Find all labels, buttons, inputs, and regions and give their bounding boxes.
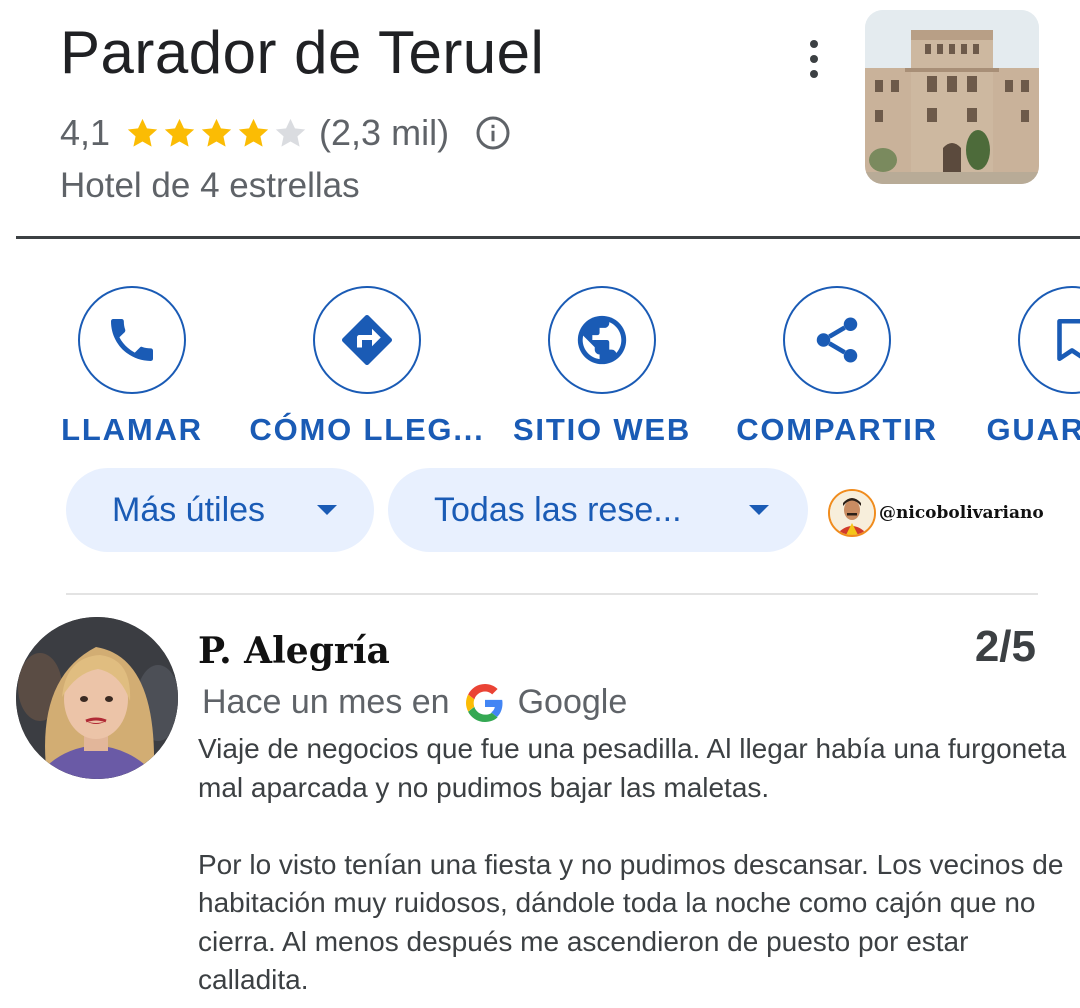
globe-icon xyxy=(577,315,627,365)
more-vert-icon xyxy=(810,40,818,48)
rating-row[interactable]: 4,1 (2,3 mil) xyxy=(60,112,511,154)
more-vert-icon-dot xyxy=(810,70,818,78)
avatar[interactable] xyxy=(16,617,178,779)
call-button-circle[interactable] xyxy=(78,286,186,394)
call-button[interactable]: LLAMAR xyxy=(12,286,252,448)
save-label: GUARDAR xyxy=(986,412,1080,447)
save-button-circle[interactable] xyxy=(1018,286,1080,394)
star-filled-icon xyxy=(238,118,269,147)
star-rating xyxy=(124,115,309,152)
watermark: @nicobolivariano xyxy=(828,489,1044,537)
website-button[interactable]: SITIO WEB xyxy=(482,286,722,448)
watermark-handle: @nicobolivariano xyxy=(879,503,1044,523)
rating-value: 4,1 xyxy=(60,112,111,153)
star-filled-icon xyxy=(201,118,232,147)
share-button[interactable]: COMPARTIR xyxy=(717,286,957,448)
website-button-circle[interactable] xyxy=(548,286,656,394)
chevron-down-icon xyxy=(317,505,337,515)
review-scope-chip-label: Todas las rese... xyxy=(434,490,682,529)
directions-label: CÓMO LLEG... xyxy=(249,412,485,447)
place-photo-thumbnail[interactable] xyxy=(865,10,1039,184)
place-title: Parador de Teruel xyxy=(60,19,545,86)
directions-icon xyxy=(342,315,392,365)
sort-chip-label: Más útiles xyxy=(112,490,266,529)
reviews-divider xyxy=(66,593,1038,595)
review-source: Google xyxy=(517,683,628,721)
star-filled-icon xyxy=(127,118,158,147)
review-time: Hace un mes en xyxy=(202,683,450,721)
reviewer-photo xyxy=(16,617,178,779)
header-divider xyxy=(16,236,1080,239)
more-options-button[interactable] xyxy=(796,36,832,82)
directions-button[interactable]: CÓMO LLEG... xyxy=(247,286,487,448)
review-count: (2,3 mil) xyxy=(319,112,450,153)
review-scope-chip[interactable]: Todas las rese... xyxy=(388,468,808,552)
watermark-avatar xyxy=(828,489,876,537)
watermark-avatar-image xyxy=(830,491,874,535)
star-filled-icon xyxy=(164,118,195,147)
review-paragraph: Por lo visto tenían una fiesta y no pudi… xyxy=(198,848,1064,996)
review-score: 2/5 xyxy=(974,622,1036,671)
call-label: LLAMAR xyxy=(61,412,203,447)
directions-button-circle[interactable] xyxy=(313,286,421,394)
more-vert-icon-dot xyxy=(810,55,818,63)
review-paragraph: Viaje de negocios que fue una pesadilla.… xyxy=(198,733,1067,803)
star-empty-icon xyxy=(275,118,306,147)
share-label: COMPARTIR xyxy=(736,412,938,447)
reviewer-name[interactable]: P. Alegría xyxy=(198,630,390,672)
google-g-icon xyxy=(465,683,503,722)
share-button-circle[interactable] xyxy=(783,286,891,394)
building-photo xyxy=(865,10,1039,184)
review-meta: Hace un mes en Google xyxy=(202,683,627,722)
website-label: SITIO WEB xyxy=(512,412,692,447)
phone-icon xyxy=(111,319,153,361)
review-body: Viaje de negocios que fue una pesadilla.… xyxy=(198,730,1078,1000)
place-category: Hotel de 4 estrellas xyxy=(60,166,360,205)
info-icon[interactable] xyxy=(475,115,511,151)
sort-chip[interactable]: Más útiles xyxy=(66,468,374,552)
chevron-down-icon xyxy=(749,505,769,515)
place-sheet: Parador de Teruel 4,1 (2,3 mil) Hotel de… xyxy=(0,0,1080,1008)
bookmark-icon xyxy=(1057,318,1080,362)
share-icon xyxy=(816,317,858,363)
save-button[interactable]: GUARDAR xyxy=(952,286,1080,448)
